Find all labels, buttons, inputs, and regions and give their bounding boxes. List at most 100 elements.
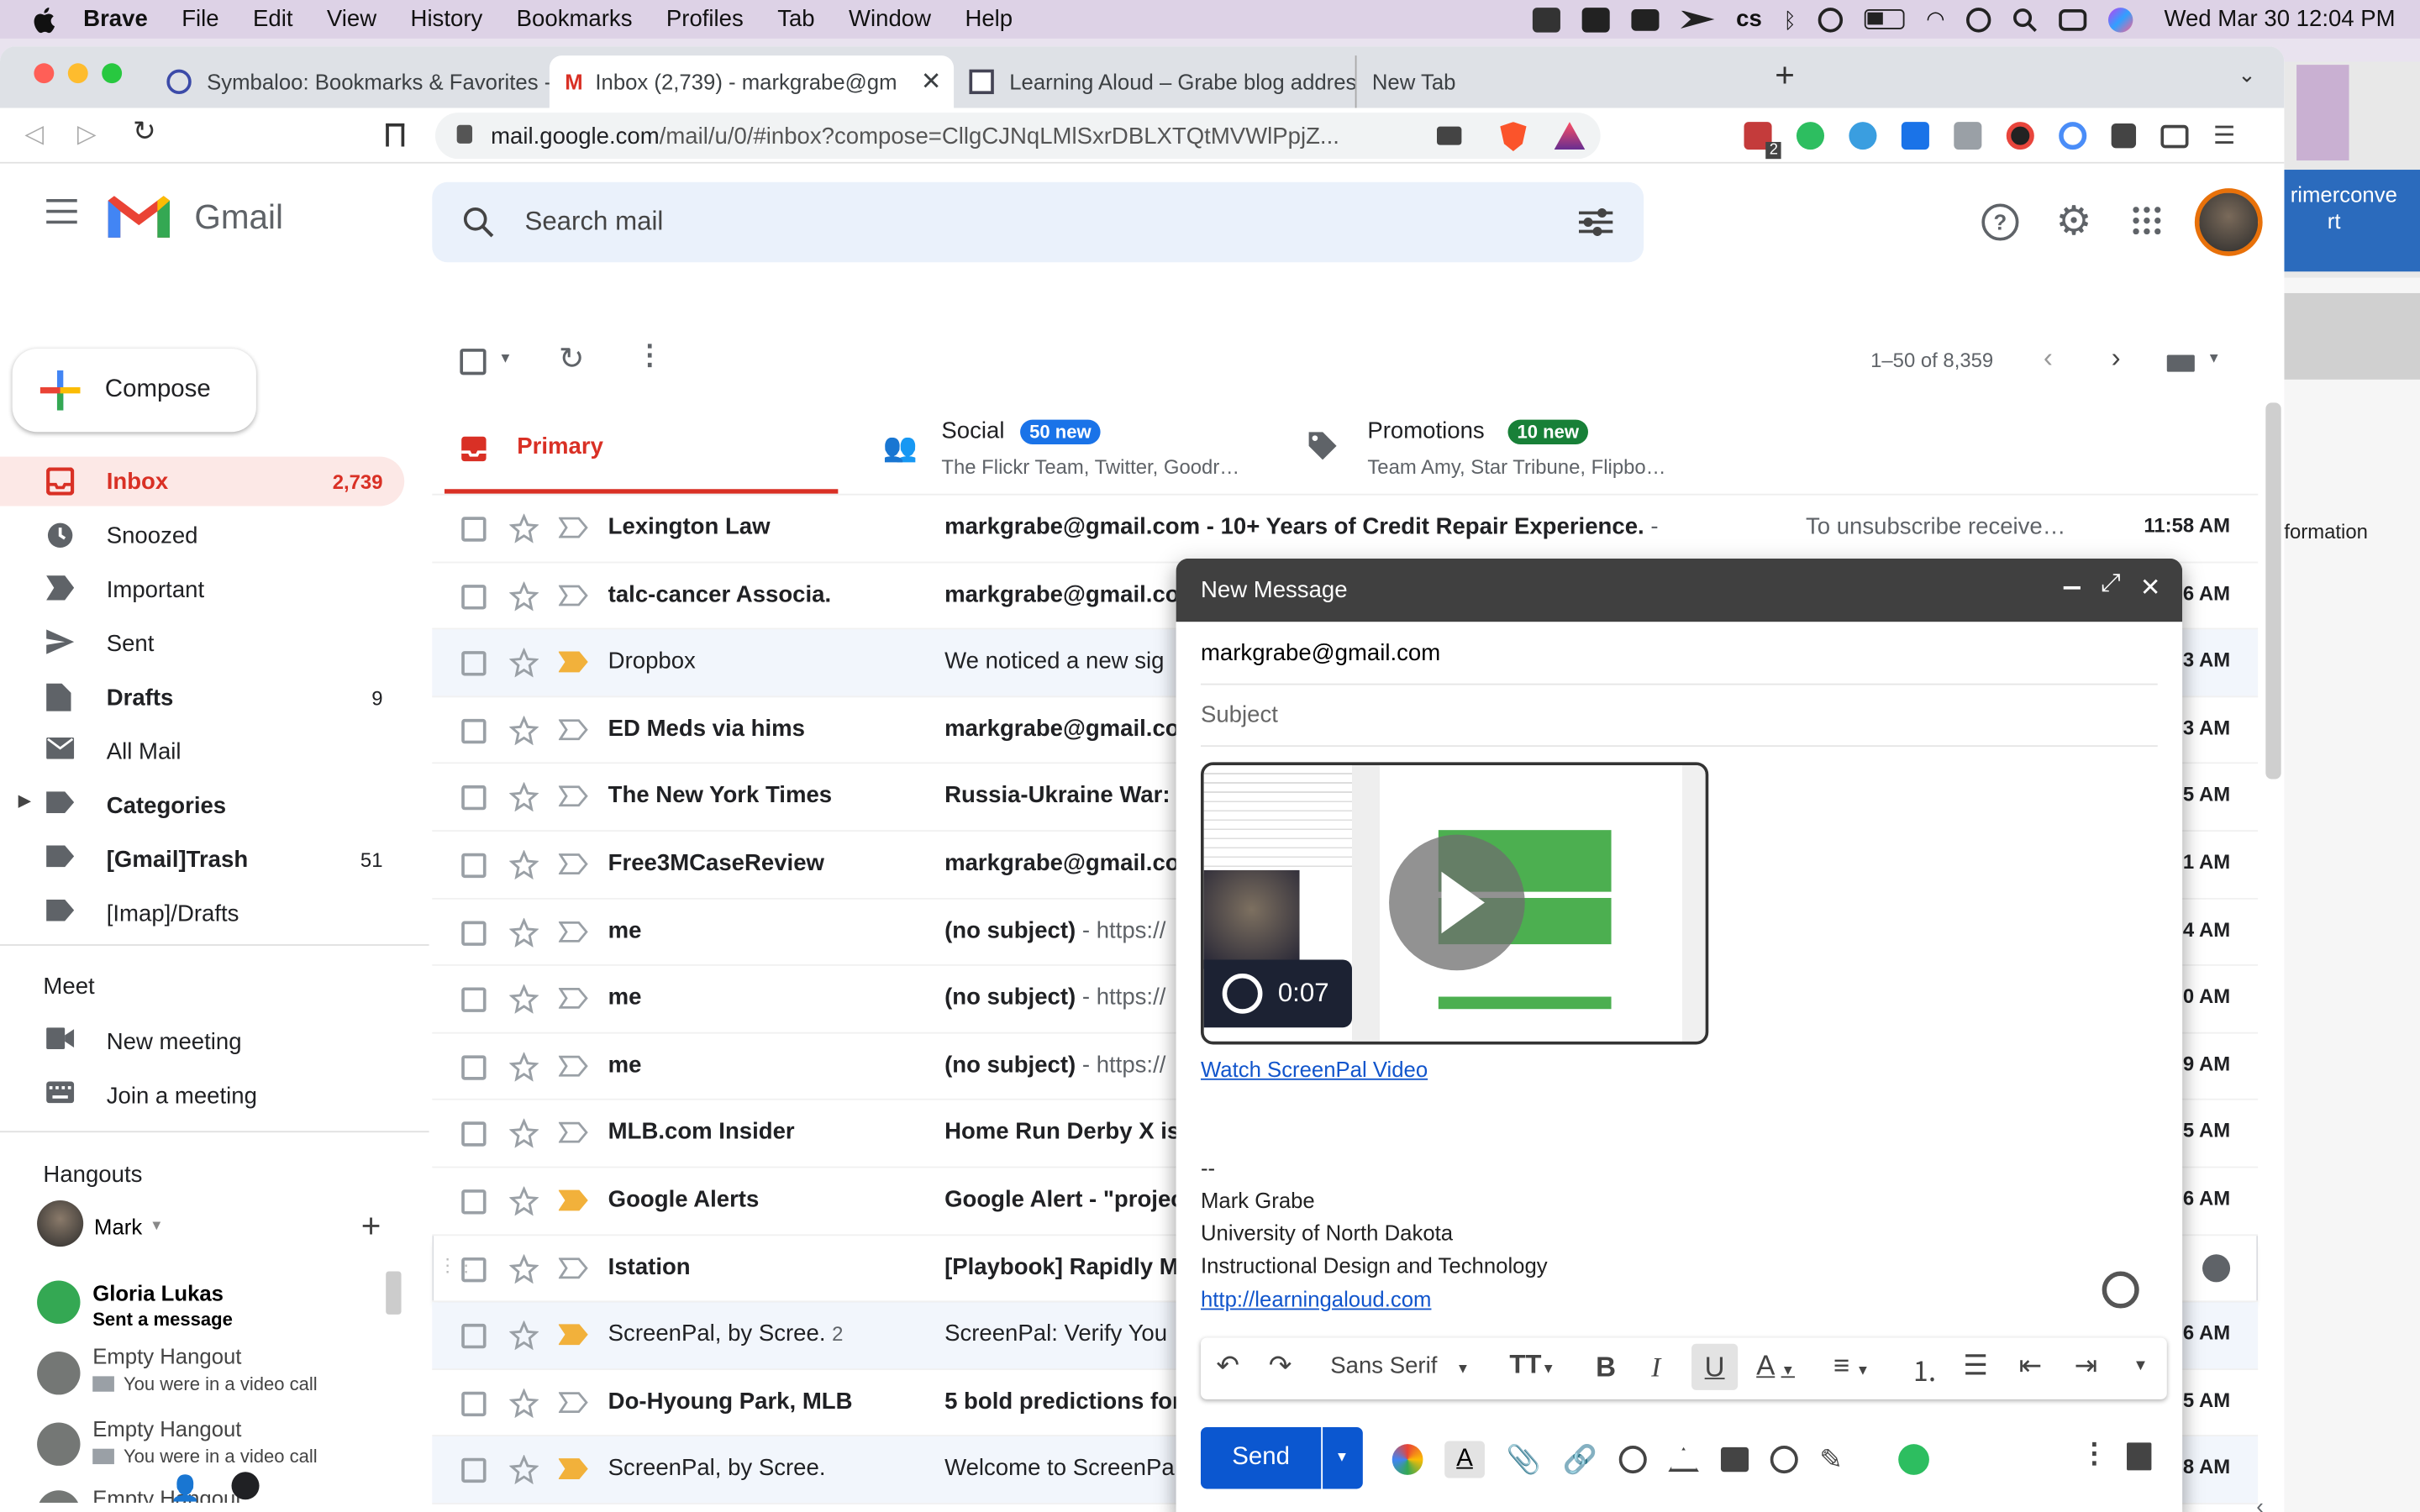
row-checkbox[interactable] — [461, 1324, 487, 1349]
star-icon[interactable] — [509, 715, 539, 745]
hangouts-add-icon[interactable]: + — [361, 1206, 381, 1247]
tab-search-chevron-icon[interactable]: ⌄ — [2238, 61, 2256, 87]
row-checkbox[interactable] — [461, 718, 487, 743]
hangouts-chat-icon[interactable] — [231, 1472, 260, 1500]
menu-profiles[interactable]: Profiles — [666, 6, 744, 32]
importance-marker-icon[interactable] — [558, 719, 590, 741]
hangouts-contacts-icon[interactable]: 👤 — [170, 1473, 201, 1504]
importance-marker-icon[interactable] — [558, 921, 590, 942]
spotlight-icon[interactable] — [2012, 7, 2038, 32]
input-tools-icon[interactable] — [2166, 354, 2195, 372]
contact-name[interactable]: Empty Hangout — [92, 1344, 241, 1368]
siri-icon[interactable] — [2108, 7, 2133, 32]
ext-calendar-icon[interactable]: 2 — [1744, 122, 1781, 160]
redo-icon[interactable]: ↷ — [1269, 1350, 1292, 1383]
row-checkbox[interactable] — [461, 651, 487, 676]
star-icon[interactable] — [509, 782, 539, 812]
indent-more-icon[interactable]: ⇥ — [2075, 1350, 2098, 1383]
menu-help[interactable]: Help — [965, 6, 1013, 32]
back-icon[interactable]: ◁ — [24, 118, 44, 150]
browser-menu-icon[interactable]: ☰ — [2213, 120, 2235, 151]
menu-bookmarks[interactable]: Bookmarks — [517, 6, 633, 32]
importance-marker-icon[interactable] — [558, 853, 590, 875]
signature-pen-icon[interactable]: ✎ — [1819, 1443, 1843, 1476]
more-options-icon[interactable]: ⋮ — [2081, 1438, 2108, 1471]
window-minimize-button[interactable] — [67, 63, 88, 84]
apps-grid-icon[interactable] — [2133, 207, 2161, 235]
link-icon[interactable]: 🔗 — [1563, 1443, 1597, 1476]
brave-rewards-icon[interactable] — [1554, 122, 1586, 150]
row-checkbox[interactable] — [461, 1189, 487, 1215]
importance-marker-icon[interactable] — [558, 988, 590, 1010]
drive-icon[interactable] — [1581, 7, 1610, 32]
nav-all-mail[interactable]: All Mail — [0, 727, 404, 776]
confidential-icon[interactable] — [1770, 1446, 1798, 1474]
star-icon[interactable] — [509, 580, 539, 611]
star-icon[interactable] — [509, 648, 539, 678]
hangouts-scrollbar[interactable] — [386, 1271, 402, 1315]
importance-marker-icon[interactable] — [558, 651, 590, 673]
apple-icon[interactable] — [31, 5, 55, 33]
menu-tab[interactable]: Tab — [777, 6, 814, 32]
text-color-icon[interactable]: A ▼ — [1756, 1350, 1795, 1383]
ext-record-icon[interactable] — [2006, 122, 2034, 150]
row-checkbox[interactable] — [461, 1054, 487, 1080]
search-bar[interactable]: Search mail — [432, 181, 1644, 263]
bookmark-icon[interactable] — [386, 123, 405, 147]
nav-inbox[interactable]: Inbox 2,739 — [0, 456, 405, 507]
importance-marker-icon[interactable] — [558, 1055, 590, 1077]
discard-draft-icon[interactable] — [2127, 1442, 2152, 1471]
new-tab-button[interactable]: + — [1775, 55, 1795, 96]
row-checkbox[interactable] — [461, 920, 487, 946]
importance-marker-icon[interactable] — [558, 1458, 590, 1480]
user-icon[interactable] — [1818, 7, 1844, 32]
control-center-icon[interactable] — [2059, 8, 2087, 30]
importance-marker-icon[interactable] — [558, 1257, 590, 1278]
expand-arrow-icon[interactable]: ▶ — [18, 793, 30, 810]
drive-insert-icon[interactable] — [1668, 1446, 1699, 1473]
meet-join[interactable]: Join a meeting — [0, 1071, 404, 1121]
align-icon[interactable]: ≡ ▼ — [1833, 1350, 1870, 1383]
row-checkbox[interactable] — [461, 584, 487, 609]
select-dropdown-icon[interactable]: ▼ — [498, 350, 512, 365]
extensions-puzzle-icon[interactable] — [2111, 123, 2137, 149]
search-icon[interactable] — [463, 207, 494, 238]
dots-icon[interactable] — [1631, 8, 1660, 30]
font-size-icon[interactable]: TT▼ — [1509, 1350, 1555, 1381]
to-recipient[interactable]: markgrabe@gmail.com — [1201, 640, 1440, 666]
importance-marker-icon[interactable] — [558, 786, 590, 808]
contact-name[interactable]: Empty Hangout — [92, 1416, 241, 1441]
window-zoom-button[interactable] — [102, 63, 123, 84]
font-family-select[interactable]: Sans Serif ▼ — [1330, 1353, 1470, 1379]
row-checkbox[interactable] — [461, 1122, 487, 1147]
importance-marker-icon[interactable] — [558, 1189, 590, 1211]
star-icon[interactable] — [509, 1253, 539, 1284]
star-icon[interactable] — [509, 850, 539, 879]
menu-window[interactable]: Window — [849, 6, 931, 32]
list-scrollbar[interactable] — [2265, 402, 2281, 780]
close-icon[interactable]: ✕ — [2140, 572, 2161, 603]
menu-view[interactable]: View — [327, 6, 376, 32]
star-icon[interactable] — [509, 513, 539, 543]
importance-marker-icon[interactable] — [558, 1324, 590, 1346]
search-options-icon[interactable] — [1578, 207, 1613, 237]
star-icon[interactable] — [509, 1320, 539, 1351]
hangouts-avatar[interactable] — [37, 1200, 84, 1247]
emoji-icon[interactable] — [1618, 1446, 1647, 1474]
ext-evernote-icon[interactable] — [1796, 122, 1825, 150]
nav-categories[interactable]: ▶ Categories — [0, 780, 404, 830]
star-icon[interactable] — [509, 1052, 539, 1082]
italic-icon[interactable]: I — [1651, 1352, 1660, 1384]
reload-icon[interactable]: ↻ — [133, 116, 156, 149]
star-icon[interactable] — [509, 1186, 539, 1216]
nav-gmail-trash[interactable]: [Gmail]Trash 51 — [0, 835, 404, 885]
address-bar[interactable]: mail.google.com/mail/u/0/#inbox?compose=… — [434, 113, 1601, 160]
bulleted-list-icon[interactable]: ☰ — [1963, 1350, 1988, 1383]
star-icon[interactable] — [509, 1388, 539, 1418]
to-field[interactable]: markgrabe@gmail.com — [1200, 623, 2158, 685]
brave-shields-icon[interactable] — [1500, 122, 1527, 152]
importance-marker-icon[interactable] — [558, 1122, 590, 1144]
video-thumbnail[interactable]: 0:07 — [1200, 762, 1709, 1045]
prev-page-icon[interactable]: ‹ — [2044, 343, 2053, 375]
tab-symbaloo[interactable]: Symbaloo: Bookmarks & Favorites - — [151, 55, 550, 108]
